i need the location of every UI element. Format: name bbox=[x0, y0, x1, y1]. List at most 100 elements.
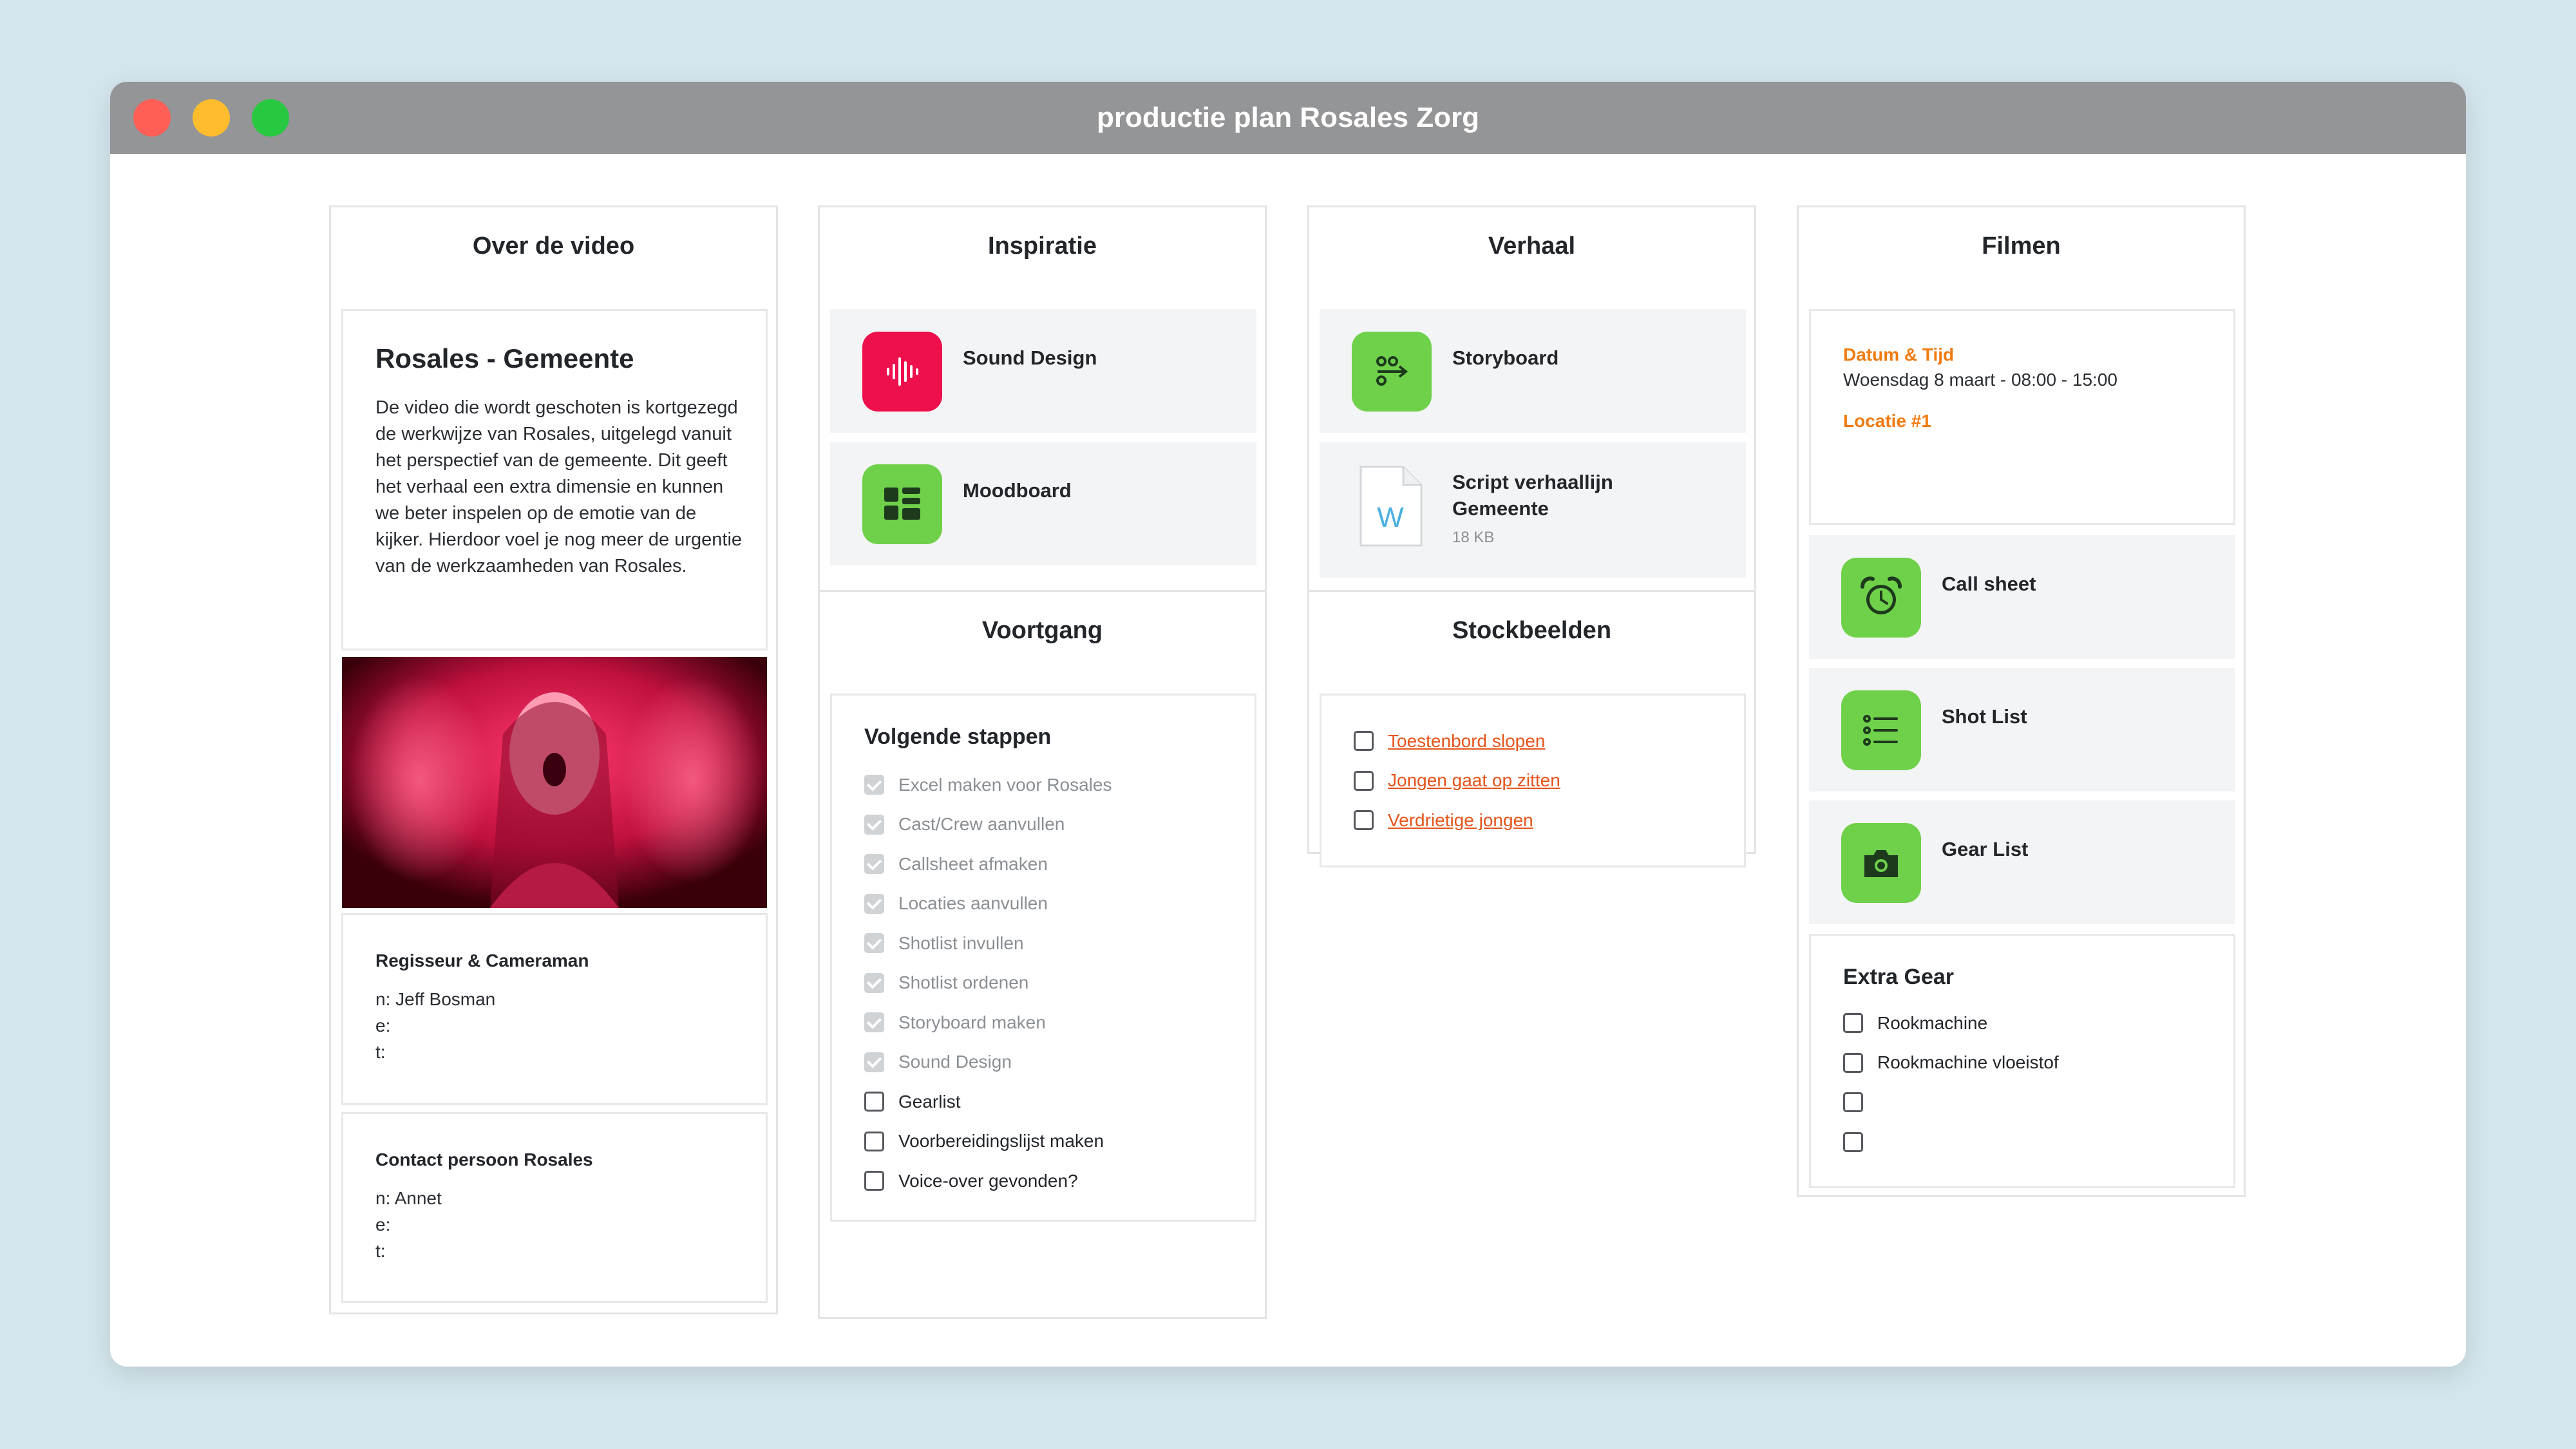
word-document-letter: W bbox=[1377, 502, 1404, 533]
tile-label: Storyboard bbox=[1452, 346, 1559, 369]
list-icon bbox=[1841, 690, 1921, 770]
tile-label: Sound Design bbox=[963, 346, 1097, 369]
step-label: Voice-over gevonden? bbox=[898, 1170, 1078, 1191]
step-label: Gearlist bbox=[898, 1091, 961, 1112]
contact-phone: t: bbox=[375, 1241, 386, 1261]
tile-call-sheet[interactable]: Call sheet bbox=[1809, 535, 2235, 659]
step-item[interactable]: Callsheet afmaken bbox=[864, 844, 1238, 884]
checked-checkbox[interactable] bbox=[864, 972, 884, 993]
step-label: Sound Design bbox=[898, 1052, 1012, 1072]
gear-item[interactable]: Rookmachine vloeistof bbox=[1843, 1043, 2217, 1083]
step-item[interactable]: Voorbereidingslijst maken bbox=[864, 1122, 1238, 1162]
card-title: Rosales - Gemeente bbox=[375, 343, 634, 374]
checkbox[interactable] bbox=[1354, 770, 1374, 791]
gear-label: Rookmachine vloeistof bbox=[1877, 1052, 2059, 1073]
tile-storyboard[interactable]: Storyboard bbox=[1320, 309, 1746, 433]
column-title: Voortgang bbox=[981, 617, 1103, 644]
stock-list: Toestenbord slopen Jongen gaat op zitten V… bbox=[1354, 721, 1727, 840]
location-label: Locatie #1 bbox=[1843, 411, 1931, 431]
stock-link[interactable]: Jongen gaat op zitten bbox=[1388, 770, 1560, 791]
column-title: Inspiratie bbox=[988, 232, 1097, 260]
contact-role: Contact persoon Rosales bbox=[375, 1150, 593, 1170]
step-label: Shotlist ordenen bbox=[898, 972, 1029, 993]
column-title: Verhaal bbox=[1488, 232, 1576, 260]
step-item[interactable]: Excel maken voor Rosales bbox=[864, 765, 1238, 805]
contact-role: Regisseur & Cameraman bbox=[375, 951, 589, 971]
step-item[interactable]: Storyboard maken bbox=[864, 1003, 1238, 1043]
checked-checkbox[interactable] bbox=[864, 854, 884, 875]
title-bar: productie plan Rosales Zorg bbox=[110, 82, 2466, 154]
script-title-line2: Gemeente bbox=[1452, 497, 1549, 520]
gear-item[interactable]: Rookmachine bbox=[1843, 1003, 2217, 1043]
column-title: Filmen bbox=[1982, 232, 2061, 260]
checkbox[interactable] bbox=[864, 1171, 884, 1191]
step-label: Callsheet afmaken bbox=[898, 853, 1048, 874]
checkbox[interactable] bbox=[1354, 731, 1374, 752]
step-item[interactable]: Voice-over gevonden? bbox=[864, 1161, 1238, 1201]
step-label: Storyboard maken bbox=[898, 1012, 1046, 1032]
steps-list: Excel maken voor Rosales Cast/Crew aanvul… bbox=[864, 765, 1238, 1201]
tile-label: Gear List bbox=[1942, 838, 2029, 860]
checkbox[interactable] bbox=[1843, 1013, 1863, 1034]
checkbox[interactable] bbox=[864, 1131, 884, 1151]
extra-gear-list: Rookmachine Rookmachine vloeistof bbox=[1843, 1003, 2217, 1162]
checked-checkbox[interactable] bbox=[864, 933, 884, 954]
storyboard-icon bbox=[1352, 332, 1432, 412]
tile-sound-design[interactable]: Sound Design bbox=[830, 309, 1256, 433]
script-title-line1: Script verhaallijn bbox=[1452, 471, 1613, 493]
contact-name: n: Jeff Bosman bbox=[375, 989, 496, 1009]
checkbox[interactable] bbox=[1843, 1092, 1863, 1113]
checkbox[interactable] bbox=[1843, 1052, 1863, 1073]
gear-item[interactable] bbox=[1843, 1122, 2217, 1162]
step-item[interactable]: Shotlist invullen bbox=[864, 923, 1238, 963]
stock-item: Verdrietige jongen bbox=[1354, 800, 1727, 840]
checkbox[interactable] bbox=[1354, 810, 1374, 831]
checked-checkbox[interactable] bbox=[864, 1012, 884, 1033]
app-window: productie plan Rosales Zorg Over de vide… bbox=[110, 82, 2466, 1367]
step-item[interactable]: Cast/Crew aanvullen bbox=[864, 805, 1238, 845]
moodboard-icon bbox=[862, 464, 942, 544]
stock-link[interactable]: Verdrietige jongen bbox=[1388, 810, 1533, 831]
checked-checkbox[interactable] bbox=[864, 893, 884, 914]
video-thumbnail[interactable] bbox=[342, 657, 767, 908]
script-file-size: 18 KB bbox=[1452, 529, 1495, 546]
step-item[interactable]: Locaties aanvullen bbox=[864, 884, 1238, 924]
stock-item: Toestenbord slopen bbox=[1354, 721, 1727, 761]
column-stockbeelden: Stockbeelden Toestenbord slopen Jongen ga… bbox=[1307, 590, 1756, 867]
video-info-card: Rosales - Gemeente De video die wordt ge… bbox=[341, 309, 768, 650]
column-title: Over de video bbox=[472, 232, 635, 260]
contact-card-rosales: Contact persoon Rosales n: Annet e: t: bbox=[341, 1112, 768, 1303]
checkbox[interactable] bbox=[1843, 1132, 1863, 1152]
tile-script[interactable]: W Script verhaallijn Gemeente 18 KB bbox=[1320, 442, 1746, 578]
stock-link[interactable]: Toestenbord slopen bbox=[1388, 731, 1545, 752]
step-item[interactable]: Gearlist bbox=[864, 1082, 1238, 1122]
video-description: De video die wordt geschoten is kortgeze… bbox=[375, 397, 743, 576]
word-document-icon: W bbox=[1357, 464, 1424, 548]
step-label: Voorbereidingslijst maken bbox=[898, 1131, 1104, 1151]
extra-gear-title: Extra Gear bbox=[1843, 965, 1954, 989]
extra-gear-card: Extra Gear Rookmachine Rookmachine vloeis… bbox=[1809, 934, 2235, 1188]
contact-email: e: bbox=[375, 1016, 391, 1036]
date-time-label: Datum & Tijd bbox=[1843, 345, 1955, 365]
checked-checkbox[interactable] bbox=[864, 814, 884, 835]
step-item[interactable]: Shotlist ordenen bbox=[864, 963, 1238, 1003]
tile-moodboard[interactable]: Moodboard bbox=[830, 442, 1256, 565]
checked-checkbox[interactable] bbox=[864, 775, 884, 795]
checked-checkbox[interactable] bbox=[864, 1052, 884, 1072]
tile-label: Call sheet bbox=[1942, 573, 2036, 595]
window-title: productie plan Rosales Zorg bbox=[1096, 102, 1480, 133]
gear-item[interactable] bbox=[1843, 1083, 2217, 1122]
tile-shot-list[interactable]: Shot List bbox=[1809, 668, 2235, 791]
checkbox[interactable] bbox=[864, 1092, 884, 1112]
date-time-value: Woensdag 8 maart - 08:00 - 15:00 bbox=[1843, 370, 2117, 390]
step-item[interactable]: Sound Design bbox=[864, 1043, 1238, 1083]
tile-gear-list[interactable]: Gear List bbox=[1809, 800, 2235, 924]
column-over-de-video: Over de video Rosales - Gemeente De vide… bbox=[329, 205, 778, 1314]
shoot-details-card: Datum & Tijd Woensdag 8 maart - 08:00 - … bbox=[1809, 309, 2235, 525]
contact-name: n: Annet bbox=[375, 1188, 442, 1208]
tile-label: Shot List bbox=[1942, 705, 2027, 728]
column-title: Stockbeelden bbox=[1452, 617, 1612, 644]
step-label: Cast/Crew aanvullen bbox=[898, 814, 1065, 835]
camera-icon bbox=[1841, 823, 1921, 903]
step-label: Excel maken voor Rosales bbox=[898, 774, 1112, 795]
